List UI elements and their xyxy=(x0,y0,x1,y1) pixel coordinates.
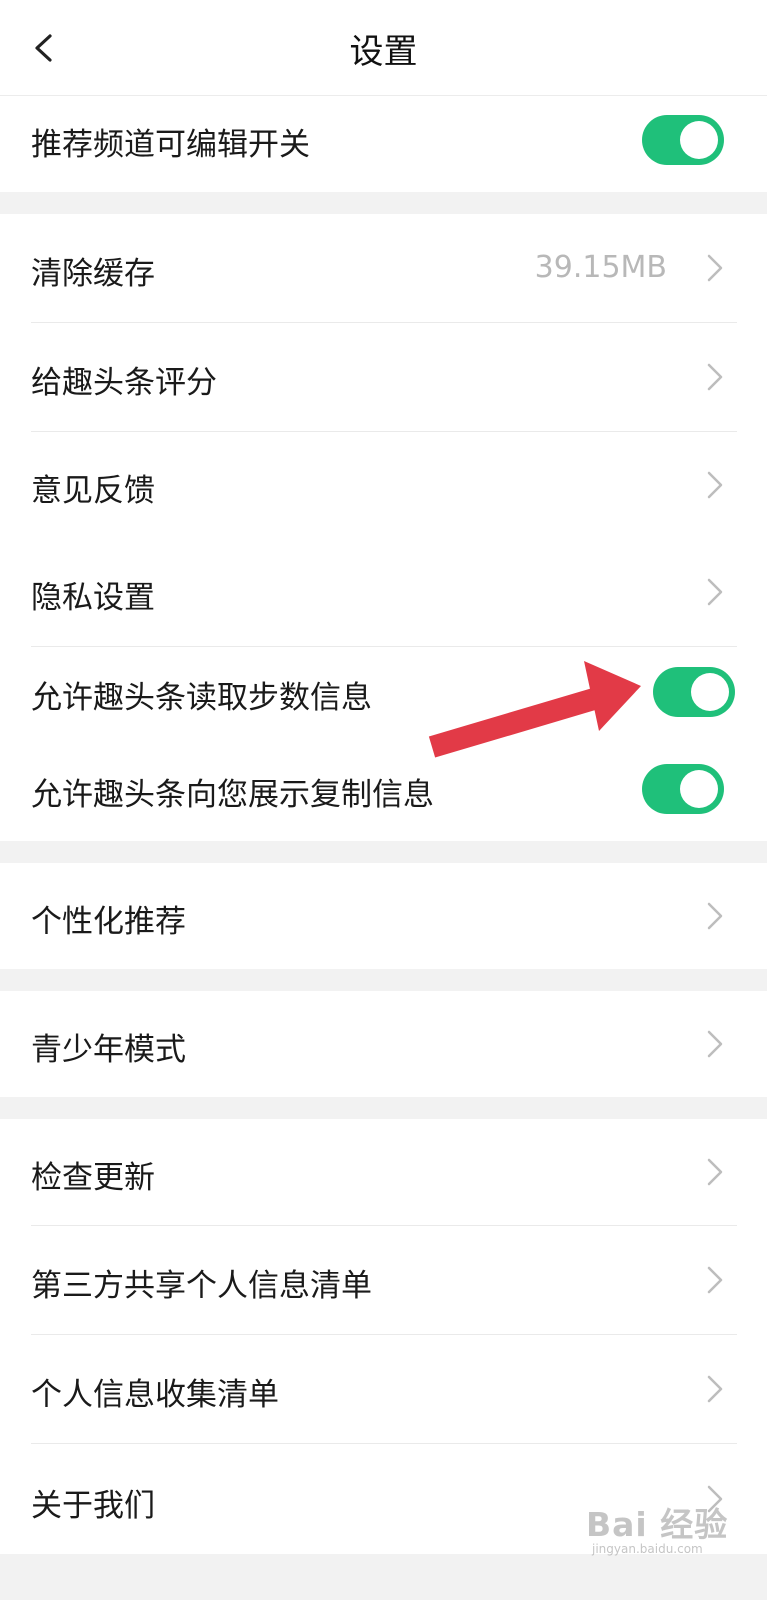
chevron-right-icon xyxy=(707,1266,723,1294)
row-teen-mode[interactable]: 青少年模式 xyxy=(0,991,767,1097)
row-channel-edit-switch: 推荐频道可编辑开关 xyxy=(0,96,767,192)
toggle-knob xyxy=(691,673,729,711)
row-label: 个性化推荐 xyxy=(31,904,186,940)
toggle-knob xyxy=(680,770,718,808)
chevron-right-icon xyxy=(707,254,723,282)
row-label: 第三方共享个人信息清单 xyxy=(31,1268,372,1304)
row-label: 推荐频道可编辑开关 xyxy=(31,127,310,163)
row-label: 关于我们 xyxy=(31,1488,155,1524)
watermark-logo-text: Bai 经验 xyxy=(586,1505,729,1544)
row-personal-info-collection-list[interactable]: 个人信息收集清单 xyxy=(0,1335,767,1443)
section-gap xyxy=(0,841,767,863)
row-personalized-recommendation[interactable]: 个性化推荐 xyxy=(0,863,767,969)
row-label: 个人信息收集清单 xyxy=(31,1377,279,1413)
row-label: 隐私设置 xyxy=(31,580,155,616)
row-feedback[interactable]: 意见反馈 xyxy=(0,432,767,538)
toggle-knob xyxy=(680,121,718,159)
row-label: 青少年模式 xyxy=(31,1032,186,1068)
row-label: 允许趣头条向您展示复制信息 xyxy=(31,777,434,813)
channel-edit-toggle[interactable] xyxy=(642,115,724,165)
chevron-right-icon xyxy=(707,1030,723,1058)
chevron-right-icon xyxy=(707,578,723,606)
section-gap xyxy=(0,1097,767,1119)
row-check-update[interactable]: 检查更新 xyxy=(0,1119,767,1225)
row-privacy-settings[interactable]: 隐私设置 xyxy=(0,538,767,646)
page-title: 设置 xyxy=(349,32,418,72)
row-clear-cache[interactable]: 清除缓存 39.15MB xyxy=(0,214,767,322)
row-label: 检查更新 xyxy=(31,1160,155,1196)
row-label: 清除缓存 xyxy=(31,256,155,292)
row-rate-app[interactable]: 给趣头条评分 xyxy=(0,323,767,431)
row-step-info-permission: 允许趣头条读取步数信息 xyxy=(0,647,767,743)
step-info-toggle[interactable] xyxy=(653,667,735,717)
chevron-right-icon xyxy=(707,471,723,499)
chevron-right-icon xyxy=(707,1375,723,1403)
row-label: 意见反馈 xyxy=(31,473,155,509)
chevron-right-icon xyxy=(707,363,723,391)
chevron-right-icon xyxy=(707,1158,723,1186)
top-bar: 设置 xyxy=(0,0,767,96)
row-third-party-sharing-list[interactable]: 第三方共享个人信息清单 xyxy=(0,1226,767,1334)
watermark-url: jingyan.baidu.com xyxy=(592,1542,703,1556)
row-clipboard-permission: 允许趣头条向您展示复制信息 xyxy=(0,743,767,841)
baidu-jingyan-watermark: Bai 经验 jingyan.baidu.com xyxy=(586,1498,751,1562)
section-gap xyxy=(0,192,767,214)
row-label: 给趣头条评分 xyxy=(31,365,217,401)
cache-size-value: 39.15MB xyxy=(534,250,667,285)
clipboard-info-toggle[interactable] xyxy=(642,764,724,814)
chevron-right-icon xyxy=(707,902,723,930)
section-gap xyxy=(0,969,767,991)
row-label: 允许趣头条读取步数信息 xyxy=(31,680,372,716)
